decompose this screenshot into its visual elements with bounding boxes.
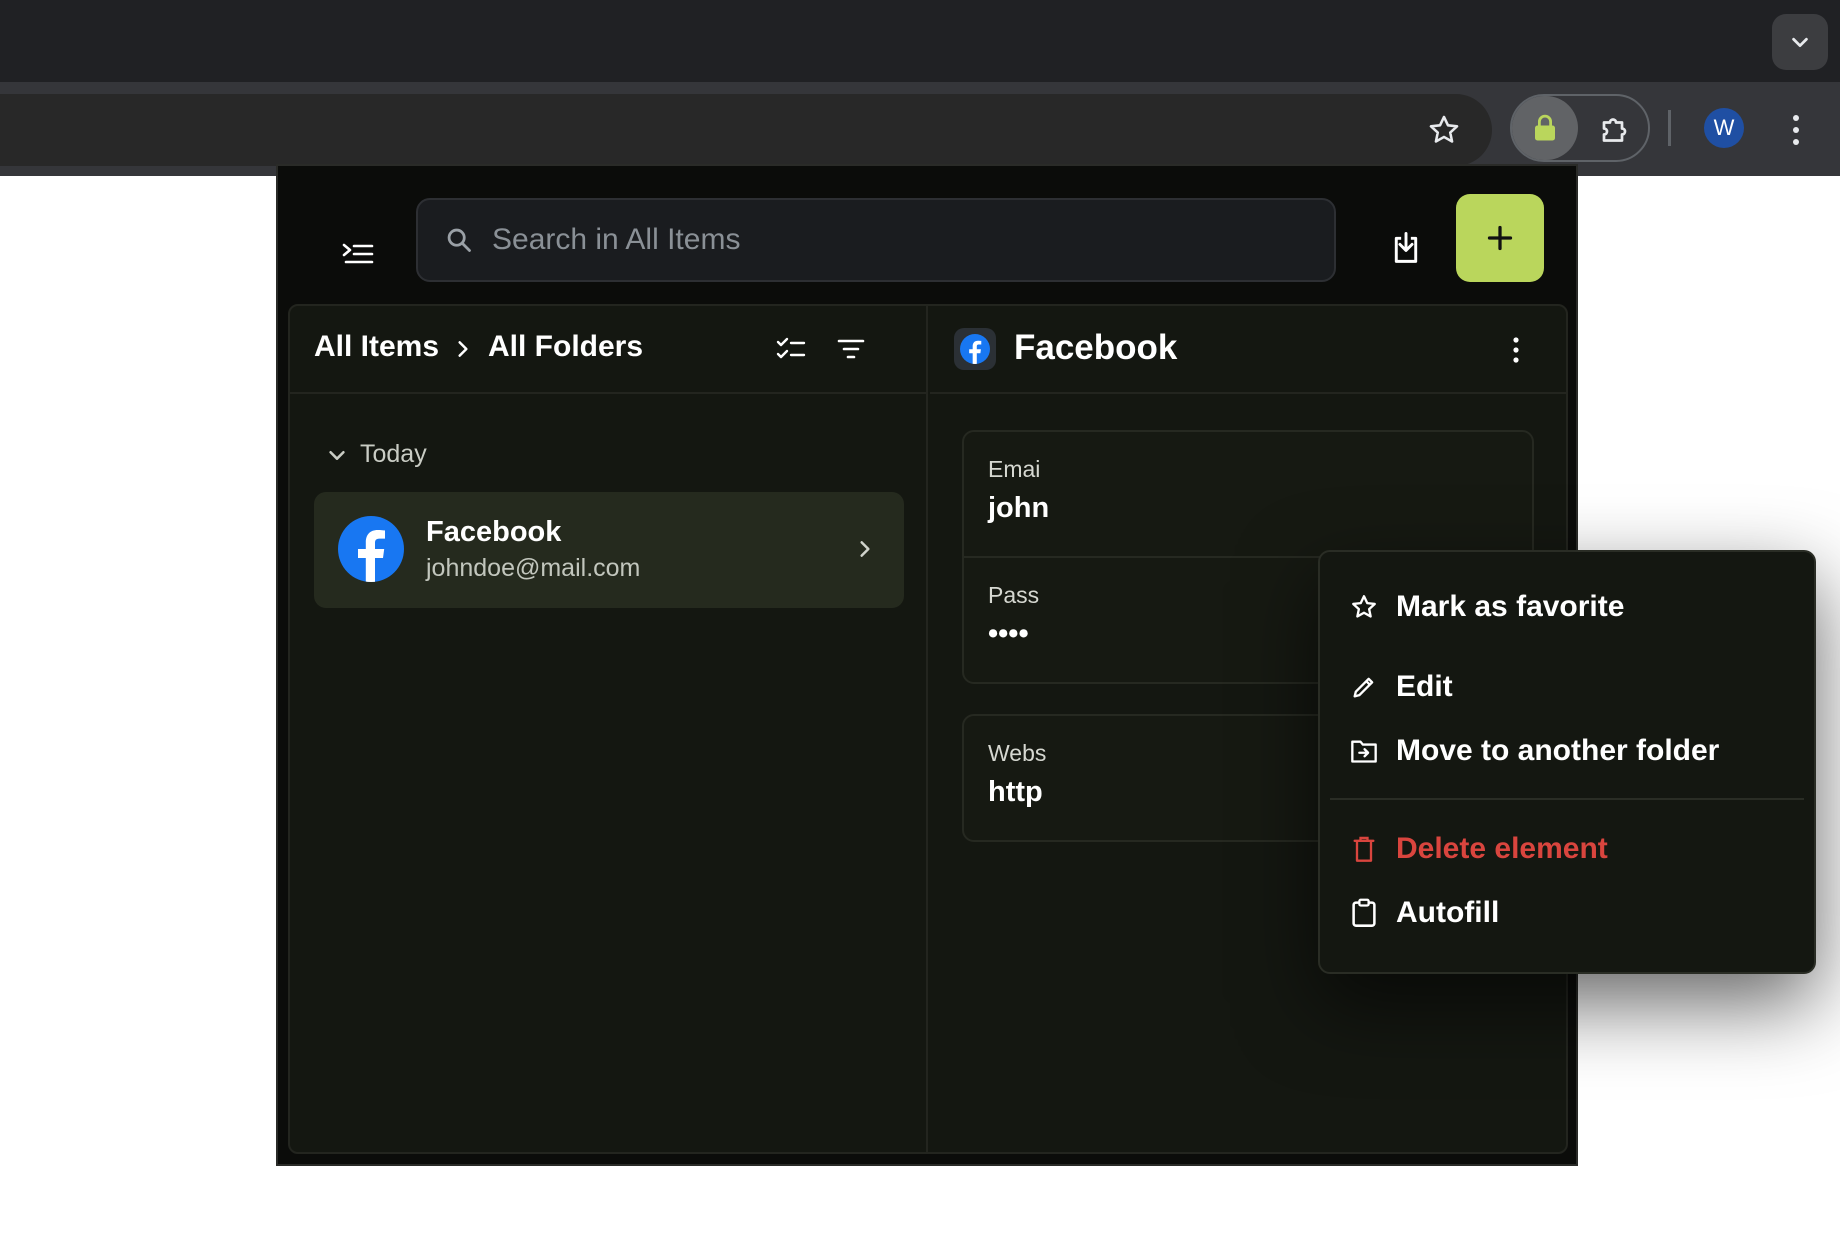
puzzle-icon <box>1602 118 1627 142</box>
sidebar-toggle-button[interactable] <box>328 224 388 284</box>
filter-icon <box>837 339 865 359</box>
search-icon <box>442 223 476 257</box>
star-outline-icon <box>1346 589 1382 625</box>
more-vertical-icon <box>1513 337 1519 363</box>
menu-item-label: Move to another folder <box>1396 734 1720 767</box>
add-item-button[interactable] <box>1456 194 1544 282</box>
clipboard-icon <box>1346 895 1382 931</box>
select-mode-button[interactable] <box>766 324 816 374</box>
extension-popup: All Items All Folders Today <box>276 164 1816 1166</box>
menu-open-icon <box>342 243 374 264</box>
field-label: Emai <box>988 456 1041 482</box>
trash-icon <box>1346 831 1382 867</box>
detail-header: Facebook <box>930 306 1566 394</box>
menu-item-autofill[interactable]: Autofill <box>1320 878 1814 948</box>
password-manager-extension-button[interactable] <box>1512 96 1578 160</box>
address-bar[interactable] <box>0 94 1492 166</box>
search-bar[interactable] <box>416 198 1336 282</box>
group-label: Today <box>360 440 427 468</box>
folder-move-icon <box>1346 733 1382 769</box>
tab-search-button[interactable] <box>1772 14 1828 70</box>
browser-menu-button[interactable] <box>1776 104 1816 156</box>
field-value[interactable]: •••• <box>988 618 1029 651</box>
import-button[interactable] <box>1374 216 1438 280</box>
pencil-icon <box>1346 669 1382 705</box>
item-subtitle: johndoe@mail.com <box>426 554 641 582</box>
menu-item-label: Edit <box>1396 670 1453 703</box>
lock-icon <box>1535 114 1555 141</box>
toolbar-separator <box>1668 110 1671 146</box>
avatar-letter: W <box>1713 115 1735 140</box>
menu-item-edit[interactable]: Edit <box>1320 652 1814 722</box>
search-input[interactable] <box>492 223 1292 257</box>
menu-item-label: Autofill <box>1396 896 1500 929</box>
menu-item-label: Mark as favorite <box>1396 590 1625 623</box>
chevron-right-icon <box>848 532 882 566</box>
item-actions-button[interactable] <box>1496 328 1536 372</box>
menu-item-mark-favorite[interactable]: Mark as favorite <box>1320 572 1814 642</box>
field-value[interactable]: john <box>988 492 1049 525</box>
browser-tab-strip <box>0 0 1840 82</box>
facebook-logo-icon <box>338 516 404 582</box>
plus-icon <box>1487 225 1513 251</box>
list-header: All Items All Folders <box>290 306 928 394</box>
profile-avatar[interactable]: W <box>1704 108 1744 148</box>
menu-divider <box>1330 798 1804 800</box>
more-vertical-icon <box>1793 115 1799 145</box>
star-icon <box>1429 115 1459 143</box>
menu-item-move-folder[interactable]: Move to another folder <box>1320 716 1814 786</box>
menu-item-label: Delete element <box>1396 832 1608 865</box>
chevron-down-icon <box>329 450 345 460</box>
group-today-toggle[interactable]: Today <box>326 440 427 469</box>
field-label: Pass <box>988 582 1040 608</box>
menu-item-delete[interactable]: Delete element <box>1320 814 1814 884</box>
list-item[interactable]: Facebook johndoe@mail.com <box>314 492 904 608</box>
field-value[interactable]: http <box>988 776 1043 809</box>
field-label: Webs <box>988 740 1047 766</box>
extensions-button[interactable] <box>1590 104 1642 156</box>
bookmark-star-button[interactable] <box>1418 104 1470 156</box>
breadcrumb-all-items[interactable]: All Items <box>314 330 439 364</box>
import-icon <box>1394 231 1418 263</box>
chevron-right-icon <box>448 334 478 364</box>
filter-button[interactable] <box>826 324 876 374</box>
chevron-down-icon <box>1792 37 1808 48</box>
breadcrumb-all-folders[interactable]: All Folders <box>488 330 643 364</box>
item-title: Facebook <box>426 516 562 548</box>
item-actions-menu: Mark as favorite Edit Move to another fo… <box>1318 550 1816 974</box>
item-list-pane: All Items All Folders Today Facebook joh… <box>290 306 928 1152</box>
detail-title: Facebook <box>1014 328 1178 367</box>
facebook-logo-icon <box>954 328 996 370</box>
checklist-icon <box>776 337 806 359</box>
